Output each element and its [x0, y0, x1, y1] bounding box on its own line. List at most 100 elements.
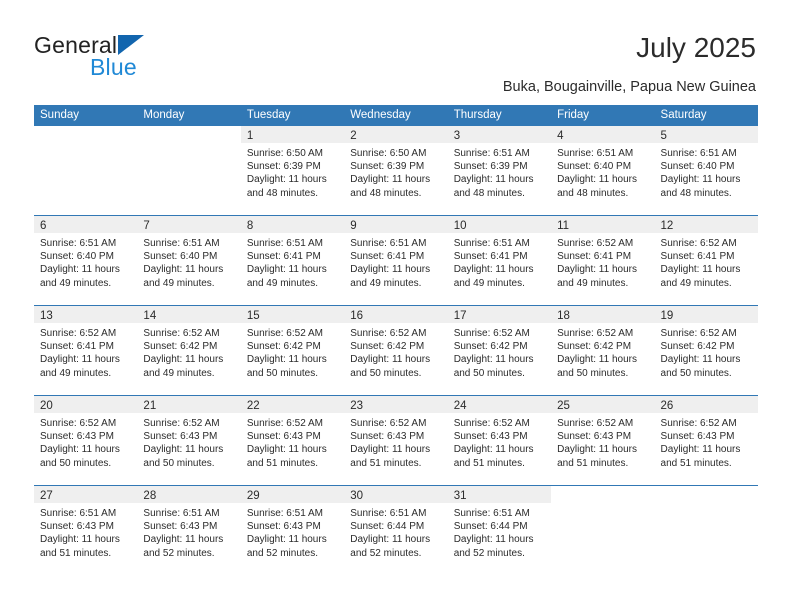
- day-sun-info: Sunrise: 6:52 AM Sunset: 6:42 PM Daylight:…: [655, 323, 758, 380]
- day-number: 6: [40, 220, 47, 232]
- day-number: 10: [453, 220, 467, 232]
- calendar-week-row: 1 Sunrise: 6:50 AM Sunset: 6:39 PM Daylight…: [34, 126, 758, 215]
- sunrise-text: Sunrise: 6:52 AM: [350, 328, 427, 339]
- day-sun-info: Sunrise: 6:52 AM Sunset: 6:42 PM Daylight:…: [551, 323, 654, 380]
- calendar-day-cell[interactable]: 21 Sunrise: 6:52 AM Sunset: 6:43 PM Dayligh…: [137, 396, 241, 485]
- day-number-band: 9: [344, 216, 448, 233]
- sunrise-text: Sunrise: 6:51 AM: [143, 238, 220, 249]
- day-number: 27: [40, 490, 53, 502]
- page-title: July 2025: [636, 32, 756, 63]
- daylight-text: Daylight: 11 hours and 49 minutes.: [40, 354, 120, 379]
- calendar-day-cell[interactable]: 11 Sunrise: 6:52 AM Sunset: 6:41 PM Dayligh…: [551, 216, 655, 305]
- calendar-day-cell[interactable]: 9 Sunrise: 6:51 AM Sunset: 6:41 PM Daylight…: [344, 216, 448, 305]
- sunset-text: Sunset: 6:41 PM: [40, 341, 114, 353]
- calendar-day-cell[interactable]: 12 Sunrise: 6:52 AM Sunset: 6:41 PM Dayligh…: [654, 216, 758, 305]
- day-number-band: 30: [344, 486, 448, 503]
- sunset-text: Sunset: 6:43 PM: [246, 521, 321, 533]
- daylight-text: Daylight: 11 hours and 48 minutes.: [453, 174, 534, 199]
- sunrise-text: Sunrise: 6:52 AM: [660, 238, 737, 249]
- calendar-day-cell[interactable]: 6 Sunrise: 6:51 AM Sunset: 6:40 PM Daylight…: [34, 216, 138, 305]
- day-number: 22: [246, 400, 260, 412]
- day-sun-info: Sunrise: 6:52 AM Sunset: 6:41 PM Daylight:…: [551, 233, 654, 290]
- day-number: 7: [143, 220, 150, 232]
- calendar-day-cell[interactable]: 25 Sunrise: 6:52 AM Sunset: 6:43 PM Dayligh…: [551, 396, 655, 485]
- calendar-day-cell[interactable]: 14 Sunrise: 6:52 AM Sunset: 6:42 PM Dayligh…: [137, 306, 241, 395]
- day-number-band: 10: [447, 216, 552, 233]
- calendar-day-cell[interactable]: 26 Sunrise: 6:52 AM Sunset: 6:43 PM Dayligh…: [654, 396, 758, 485]
- daylight-text: Daylight: 11 hours and 48 minutes.: [350, 174, 431, 199]
- sunset-text: Sunset: 6:40 PM: [143, 251, 218, 263]
- weekday-header-friday: Friday: [557, 109, 590, 121]
- sunrise-text: Sunrise: 6:52 AM: [350, 418, 427, 429]
- day-number-band: [655, 486, 758, 503]
- calendar-day-cell[interactable]: 30 Sunrise: 6:51 AM Sunset: 6:44 PM Dayligh…: [344, 486, 448, 575]
- sunset-text: Sunset: 6:43 PM: [40, 521, 114, 533]
- daylight-text: Daylight: 11 hours and 49 minutes.: [557, 264, 637, 289]
- sunset-text: Sunset: 6:43 PM: [246, 431, 321, 443]
- day-number-band: 11: [551, 216, 655, 233]
- calendar-day-cell[interactable]: 20 Sunrise: 6:52 AM Sunset: 6:43 PM Dayligh…: [34, 396, 138, 485]
- day-number: 4: [557, 130, 564, 142]
- sunrise-text: Sunrise: 6:50 AM: [246, 148, 323, 159]
- calendar-day-cell[interactable]: 31 Sunrise: 6:51 AM Sunset: 6:44 PM Dayligh…: [447, 486, 552, 575]
- day-sun-info: Sunrise: 6:51 AM Sunset: 6:43 PM Daylight:…: [34, 503, 137, 560]
- day-sun-info: Sunrise: 6:51 AM Sunset: 6:40 PM Daylight:…: [655, 143, 758, 200]
- general-blue-logo[interactable]: General Blue: [34, 32, 264, 84]
- sunrise-text: Sunrise: 6:51 AM: [40, 508, 117, 519]
- day-sun-info: Sunrise: 6:52 AM Sunset: 6:42 PM Daylight:…: [137, 323, 240, 380]
- calendar-day-cell[interactable]: 10 Sunrise: 6:51 AM Sunset: 6:41 PM Dayligh…: [447, 216, 552, 305]
- calendar-week-row: 27 Sunrise: 6:51 AM Sunset: 6:43 PM Dayligh…: [34, 485, 758, 575]
- calendar-day-cell[interactable]: 3 Sunrise: 6:51 AM Sunset: 6:39 PM Daylight…: [447, 126, 552, 215]
- day-number: 26: [660, 400, 674, 412]
- day-number-band: 18: [551, 306, 655, 323]
- day-sun-info: Sunrise: 6:51 AM Sunset: 6:44 PM Daylight:…: [344, 503, 447, 560]
- day-number-band: [551, 486, 654, 503]
- page-subtitle: Buka, Bougainville, Papua New Guinea: [502, 79, 756, 95]
- day-sun-info: Sunrise: 6:51 AM Sunset: 6:41 PM Daylight:…: [448, 233, 551, 290]
- calendar-day-cell[interactable]: 18 Sunrise: 6:52 AM Sunset: 6:42 PM Dayligh…: [551, 306, 655, 395]
- calendar-day-cell[interactable]: 17 Sunrise: 6:52 AM Sunset: 6:42 PM Dayligh…: [447, 306, 552, 395]
- daylight-text: Daylight: 11 hours and 50 minutes.: [557, 354, 637, 379]
- sunrise-text: Sunrise: 6:52 AM: [40, 328, 117, 339]
- day-number-band: 13: [34, 306, 138, 323]
- day-number-band: 6: [34, 216, 138, 233]
- day-number: 1: [246, 130, 254, 142]
- day-number-band: 28: [137, 486, 241, 503]
- calendar-day-cell[interactable]: 4 Sunrise: 6:51 AM Sunset: 6:40 PM Daylight…: [551, 126, 655, 215]
- calendar-day-cell[interactable]: 28 Sunrise: 6:51 AM Sunset: 6:43 PM Dayligh…: [137, 486, 241, 575]
- sunset-text: Sunset: 6:42 PM: [453, 341, 528, 353]
- calendar-day-cell[interactable]: 27 Sunrise: 6:51 AM Sunset: 6:43 PM Dayligh…: [34, 486, 138, 575]
- calendar-day-cell[interactable]: 7 Sunrise: 6:51 AM Sunset: 6:40 PM Daylight…: [137, 216, 241, 305]
- day-sun-info: Sunrise: 6:51 AM Sunset: 6:40 PM Daylight:…: [34, 233, 137, 290]
- day-number-band: 16: [344, 306, 448, 323]
- day-sun-info: Sunrise: 6:51 AM Sunset: 6:40 PM Daylight:…: [551, 143, 654, 200]
- calendar-day-cell[interactable]: 16 Sunrise: 6:52 AM Sunset: 6:42 PM Dayligh…: [344, 306, 448, 395]
- calendar-day-cell[interactable]: 15 Sunrise: 6:52 AM Sunset: 6:42 PM Dayligh…: [240, 306, 345, 395]
- day-number: 16: [350, 310, 364, 322]
- day-number: 8: [246, 220, 254, 232]
- calendar-day-cell[interactable]: 13 Sunrise: 6:52 AM Sunset: 6:41 PM Dayligh…: [34, 306, 138, 395]
- sunrise-text: Sunrise: 6:50 AM: [350, 148, 427, 159]
- daylight-text: Daylight: 11 hours and 52 minutes.: [453, 534, 534, 559]
- calendar-day-cell[interactable]: 29 Sunrise: 6:51 AM Sunset: 6:43 PM Dayligh…: [240, 486, 345, 575]
- calendar-day-cell[interactable]: 24 Sunrise: 6:52 AM Sunset: 6:43 PM Dayligh…: [447, 396, 552, 485]
- calendar-day-cell[interactable]: 2 Sunrise: 6:50 AM Sunset: 6:39 PM Daylight…: [344, 126, 448, 215]
- calendar-day-cell[interactable]: 19 Sunrise: 6:52 AM Sunset: 6:42 PM Dayligh…: [654, 306, 758, 395]
- sunset-text: Sunset: 6:41 PM: [350, 251, 425, 263]
- calendar-day-cell[interactable]: 1 Sunrise: 6:50 AM Sunset: 6:39 PM Daylight…: [240, 126, 345, 215]
- calendar-day-cell[interactable]: 22 Sunrise: 6:52 AM Sunset: 6:43 PM Dayligh…: [240, 396, 345, 485]
- day-number-band: 1: [240, 126, 345, 143]
- weekday-header-monday: Monday: [143, 109, 185, 121]
- sunrise-text: Sunrise: 6:52 AM: [453, 418, 530, 429]
- calendar-day-cell[interactable]: 5 Sunrise: 6:51 AM Sunset: 6:40 PM Daylight…: [654, 126, 758, 215]
- day-sun-info: Sunrise: 6:50 AM Sunset: 6:39 PM Daylight:…: [241, 143, 344, 200]
- day-number-band: 24: [447, 396, 552, 413]
- sunset-text: Sunset: 6:40 PM: [557, 161, 632, 173]
- day-number-band: 14: [137, 306, 241, 323]
- daylight-text: Daylight: 11 hours and 51 minutes.: [660, 444, 741, 469]
- sunrise-text: Sunrise: 6:52 AM: [557, 418, 634, 429]
- calendar-day-cell[interactable]: 23 Sunrise: 6:52 AM Sunset: 6:43 PM Dayligh…: [344, 396, 448, 485]
- sunset-text: Sunset: 6:43 PM: [143, 521, 218, 533]
- calendar-day-cell[interactable]: 8 Sunrise: 6:51 AM Sunset: 6:41 PM Daylight…: [240, 216, 345, 305]
- sunrise-text: Sunrise: 6:52 AM: [246, 418, 323, 429]
